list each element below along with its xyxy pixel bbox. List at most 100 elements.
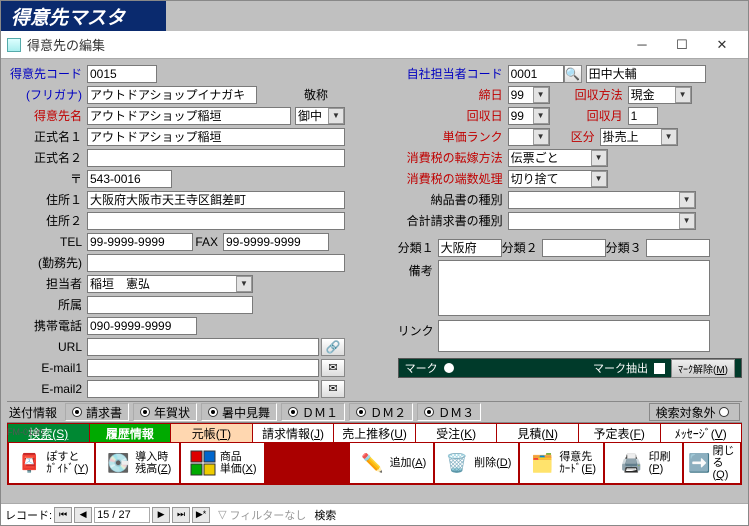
tax-tenka-combo[interactable]: 伝票ごと▼: [508, 149, 608, 167]
tel-input[interactable]: [87, 233, 193, 251]
chevron-down-icon[interactable]: ▼: [675, 87, 691, 103]
link-textarea[interactable]: [438, 320, 710, 352]
mark-extract-checkbox[interactable]: [654, 363, 665, 374]
email1-send-button[interactable]: ✉: [321, 359, 345, 377]
record-pos-input[interactable]: [94, 507, 150, 523]
send-dm1-radio[interactable]: ＤＭ１: [281, 403, 345, 421]
shime-combo[interactable]: 99▼: [508, 86, 550, 104]
seimei2-label: 正式名２: [7, 149, 87, 166]
chevron-down-icon[interactable]: ▼: [679, 213, 695, 229]
close-button[interactable]: ✕: [702, 33, 742, 57]
send-shochu-radio[interactable]: 暑中見舞: [201, 403, 277, 421]
cat1-input[interactable]: [438, 239, 502, 257]
url-open-button[interactable]: 🔗: [321, 338, 345, 356]
fax-input[interactable]: [223, 233, 329, 251]
keisho-combo[interactable]: 御中▼: [295, 107, 345, 125]
maximize-button[interactable]: ☐: [662, 33, 702, 57]
chevron-down-icon[interactable]: ▼: [236, 276, 252, 292]
nav-prev-button[interactable]: ◀: [74, 507, 92, 523]
nav-new-button[interactable]: ▶*: [192, 507, 210, 523]
search-exclude-radio[interactable]: 検索対象外: [649, 403, 740, 421]
rep-code-input[interactable]: [508, 65, 564, 83]
email2-input[interactable]: [87, 380, 319, 398]
cust-name-input[interactable]: [87, 107, 291, 125]
tanka-combo[interactable]: ▼: [508, 128, 550, 146]
zip-input[interactable]: [87, 170, 172, 188]
tanto-combo[interactable]: 稲垣 憲弘▼: [87, 275, 253, 293]
chevron-down-icon[interactable]: ▼: [661, 129, 677, 145]
addr1-input[interactable]: [87, 191, 345, 209]
cat2-input[interactable]: [542, 239, 606, 257]
tab-uriage[interactable]: 売上推移(U): [334, 423, 416, 443]
mark-clear-button[interactable]: ﾏｰｸ解除(M): [671, 359, 735, 378]
close-form-button[interactable]: ➡️ 閉じる(Q): [684, 443, 742, 485]
nav-first-button[interactable]: ⏮: [54, 507, 72, 523]
toolbar: 📮 ぽすとｶﾞｲﾄﾞ(Y) 💽 導入時残高(Z) 商品単価(X) ✏️ 追加(A…: [7, 443, 742, 485]
rep-name-input[interactable]: [586, 65, 706, 83]
card-button[interactable]: 🗂️ 得意先ｶｰﾄﾞ(E): [520, 443, 605, 485]
minimize-button[interactable]: ─: [622, 33, 662, 57]
kinmu-label: (勤務先): [7, 254, 87, 271]
tab-message[interactable]: ﾒｯｾｰｼﾞ(V): [661, 423, 743, 443]
cust-code-input[interactable]: [87, 65, 157, 83]
furigana-input[interactable]: [87, 86, 257, 104]
chevron-down-icon[interactable]: ▼: [533, 129, 549, 145]
kaishuhoho-combo[interactable]: 現金▼: [628, 86, 692, 104]
cat2-label: 分類２: [502, 239, 542, 256]
tel-label: TEL: [7, 235, 87, 249]
tab-mitsumori[interactable]: 見積(N): [497, 423, 579, 443]
email1-input[interactable]: [87, 359, 319, 377]
url-input[interactable]: [87, 338, 319, 356]
kaishubi-combo[interactable]: 99▼: [508, 107, 550, 125]
sakujo-button[interactable]: 🗑️ 削除(D): [435, 443, 520, 485]
tax-hasuu-combo[interactable]: 切り捨て▼: [508, 170, 608, 188]
disk-icon: 💽: [103, 448, 133, 478]
window-title: 得意先の編集: [27, 35, 622, 54]
cat3-input[interactable]: [646, 239, 710, 257]
zandaka-button[interactable]: 💽 導入時残高(Z): [96, 443, 181, 485]
nohin-combo[interactable]: ▼: [508, 191, 696, 209]
send-dm2-radio[interactable]: ＤＭ２: [349, 403, 413, 421]
keitai-input[interactable]: [87, 317, 197, 335]
tab-motocho[interactable]: 元帳(T): [171, 423, 253, 443]
chevron-down-icon[interactable]: ▼: [591, 150, 607, 166]
nav-last-button[interactable]: ⏭: [172, 507, 190, 523]
tab-seikyu[interactable]: 請求情報(J): [253, 423, 335, 443]
seimei1-input[interactable]: [87, 128, 345, 146]
send-nenga-radio[interactable]: 年賀状: [133, 403, 197, 421]
kaishutsuki-label: 回収月: [550, 107, 628, 124]
rep-lookup-button[interactable]: 🔍: [564, 65, 582, 83]
nav-next-button[interactable]: ▶: [152, 507, 170, 523]
print-button[interactable]: 🖨️ 印刷(P): [605, 443, 684, 485]
shohin-tanka-button[interactable]: 商品単価(X): [181, 443, 266, 485]
url-label: URL: [7, 340, 87, 354]
biko-textarea[interactable]: [438, 260, 710, 316]
tsuika-button[interactable]: ✏️ 追加(A): [350, 443, 435, 485]
tab-rireki[interactable]: 履歴情報: [90, 423, 172, 443]
addr1-label: 住所１: [7, 191, 87, 208]
kubun-combo[interactable]: 掛売上▼: [600, 128, 678, 146]
send-dm3-radio[interactable]: ＤＭ３: [417, 403, 481, 421]
mark-radio[interactable]: [444, 363, 454, 373]
chevron-down-icon[interactable]: ▼: [533, 87, 549, 103]
shozoku-input[interactable]: [87, 296, 253, 314]
goukei-combo[interactable]: ▼: [508, 212, 696, 230]
postbox-icon: 📮: [14, 448, 44, 478]
seimei2-input[interactable]: [87, 149, 345, 167]
chevron-down-icon[interactable]: ▼: [533, 108, 549, 124]
tab-yotei[interactable]: 予定表(F): [579, 423, 661, 443]
send-invoice-radio[interactable]: 請求書: [65, 403, 129, 421]
tab-juchu[interactable]: 受注(K): [416, 423, 498, 443]
globe-icon: 🔗: [326, 340, 341, 354]
chevron-down-icon[interactable]: ▼: [591, 171, 607, 187]
chevron-down-icon[interactable]: ▼: [679, 192, 695, 208]
post-guide-button[interactable]: 📮 ぽすとｶﾞｲﾄﾞ(Y): [7, 443, 96, 485]
addr2-input[interactable]: [87, 212, 345, 230]
kaishutsuki-input[interactable]: [628, 107, 658, 125]
email2-send-button[interactable]: ✉: [321, 380, 345, 398]
filter-indicator[interactable]: ▽フィルターなし: [218, 507, 306, 523]
chevron-down-icon[interactable]: ▼: [328, 108, 344, 124]
status-search-label[interactable]: 検索: [314, 507, 336, 523]
kinmu-input[interactable]: [87, 254, 345, 272]
envelope-icon: ✉: [328, 382, 337, 395]
